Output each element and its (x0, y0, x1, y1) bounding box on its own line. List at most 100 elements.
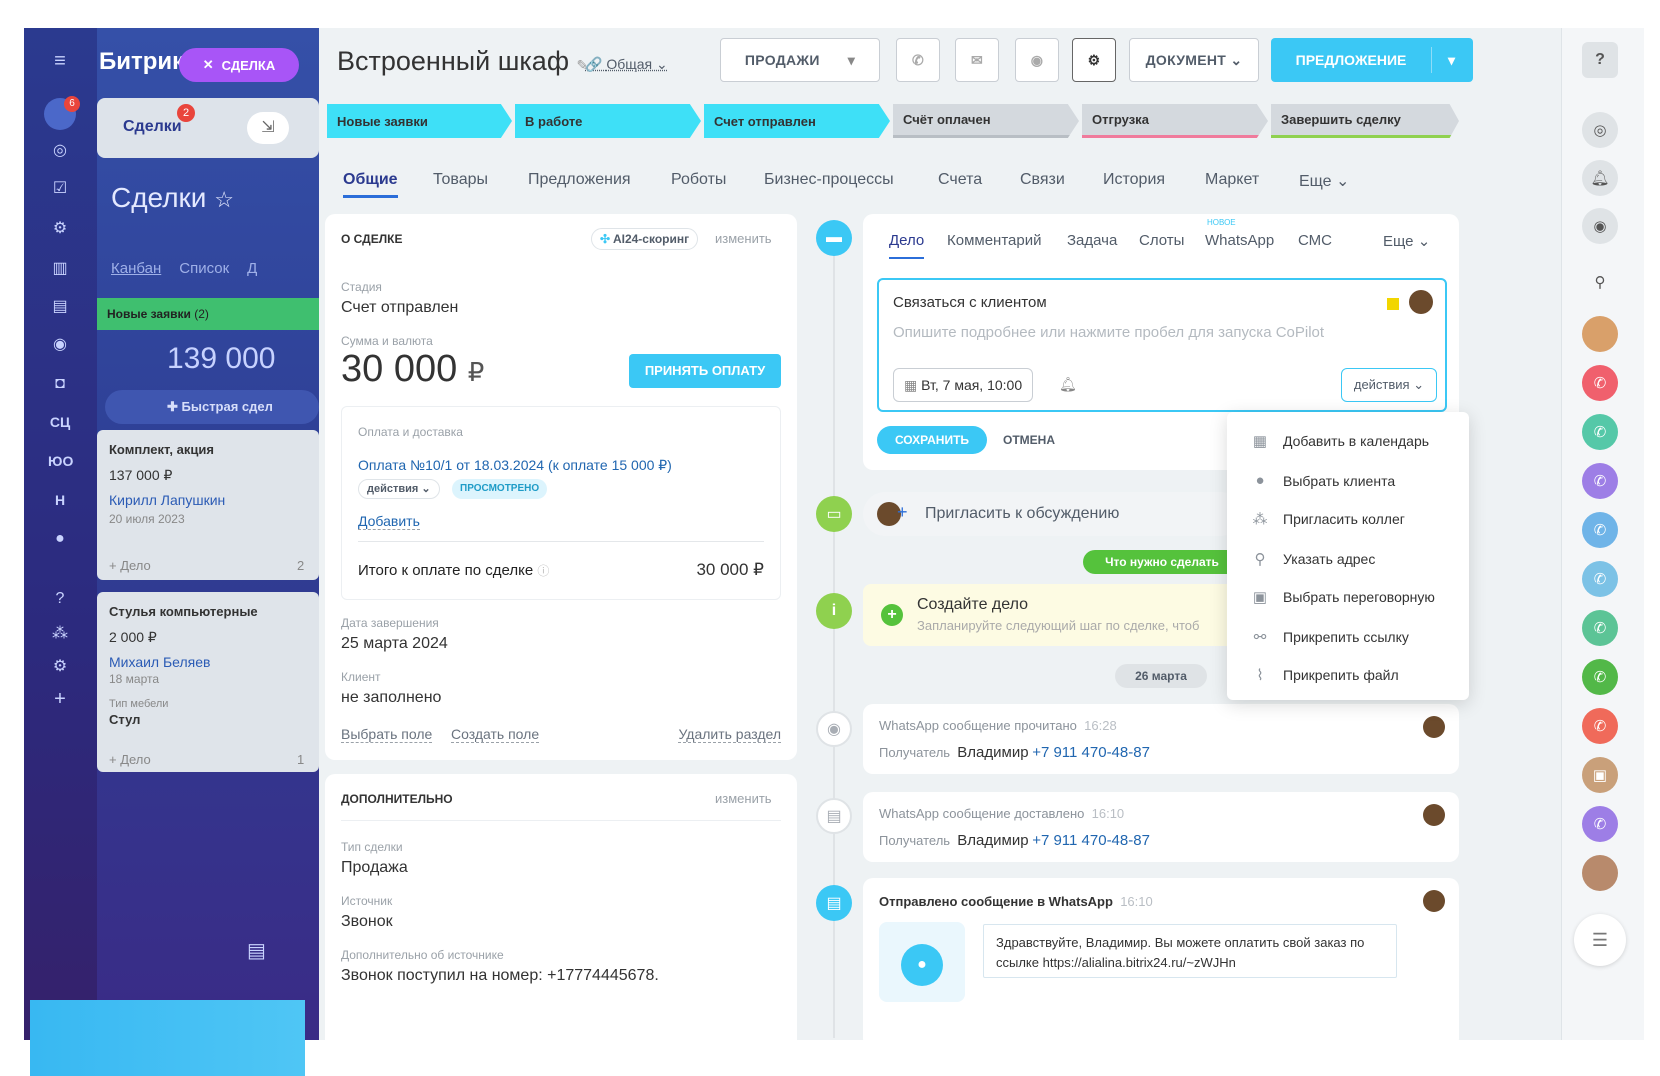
actions-button[interactable]: действия ⌄ (1341, 368, 1437, 402)
document-button[interactable]: ДОКУМЕНТ ⌄ (1129, 38, 1259, 82)
activity-tab-more[interactable]: Еще ⌄ (1383, 232, 1430, 250)
tab-links[interactable]: Связи (1020, 171, 1065, 189)
tab-proposals[interactable]: Предложения (528, 171, 631, 189)
phone-icon[interactable]: ✆ (896, 38, 940, 82)
ai-scoring-chip[interactable]: ✣ AI24-скоринг (591, 228, 699, 250)
menu-item-link[interactable]: ⚯ Прикрепить ссылку (1251, 628, 1409, 646)
search-icon[interactable]: ⚲ (1582, 264, 1618, 300)
date-picker[interactable]: ▦ Вт, 7 мая, 10:00 (893, 368, 1034, 402)
kanban-card[interactable]: Комплект, акция 137 000 ₽ Кирилл Лапушки… (97, 430, 319, 580)
card-add-todo[interactable]: + Дело (109, 558, 151, 573)
accept-payment-button[interactable]: ПРИНЯТЬ ОПЛАТУ (629, 354, 781, 388)
nav-h[interactable]: Н (48, 489, 72, 511)
menu-item-room[interactable]: ▣ Выбрать переговорную (1251, 588, 1435, 606)
nav-yu[interactable]: ЮО (48, 450, 73, 472)
timeline-event-sent[interactable]: Отправлено сообщение в WhatsApp 16:10 ● … (863, 878, 1459, 1040)
cancel-button[interactable]: ОТМЕНА (1003, 433, 1055, 447)
timeline-event[interactable]: WhatsApp сообщение доставлено 16:10 Полу… (863, 792, 1459, 862)
menu-item-address[interactable]: ⚲ Указать адрес (1251, 550, 1376, 568)
invite-discussion[interactable]: + Пригласить к обсуждению (863, 492, 1243, 536)
phone-icon[interactable]: ✆ (1582, 610, 1618, 646)
help-icon[interactable]: ? (1582, 42, 1618, 78)
todo-description[interactable]: Опишите подробнее или нажмите пробел для… (893, 324, 1324, 341)
kanban-card[interactable]: Стулья компьютерные 2 000 ₽ Михаил Беляе… (97, 592, 319, 772)
robot-icon[interactable]: ◉ (48, 334, 72, 356)
stage-item[interactable]: Отгрузка (1082, 104, 1268, 138)
close-deal-chip[interactable]: ✕ СДЕЛКА (179, 48, 299, 82)
tab-robots[interactable]: Роботы (671, 171, 726, 189)
mail-icon[interactable]: ✉ (955, 38, 999, 82)
tab-general[interactable]: Общие (343, 171, 398, 198)
target-icon[interactable]: ◎ (48, 140, 72, 162)
copilot-icon[interactable]: ◎ (1582, 112, 1618, 148)
menu-item-client[interactable]: ● Выбрать клиента (1251, 472, 1395, 489)
create-field-link[interactable]: Создать поле (451, 726, 540, 743)
tab-invoices[interactable]: Счета (938, 171, 982, 189)
nav-sc[interactable]: СЦ (48, 411, 72, 433)
bell-icon[interactable]: 🔔︎ (1582, 160, 1618, 196)
phone-icon[interactable]: ✆ (1582, 561, 1618, 597)
timeline-event[interactable]: WhatsApp сообщение прочитано 16:28 Получ… (863, 704, 1459, 774)
menu-item-file[interactable]: ⌇ Прикрепить файл (1251, 666, 1398, 684)
stage-item[interactable]: В работе (515, 104, 701, 138)
todo-input-box[interactable]: Связаться с клиентом Опишите подробнее и… (877, 278, 1447, 412)
payment-link[interactable]: Оплата №10/1 от 18.03.2024 (к оплате 15 … (358, 457, 672, 474)
view-list[interactable]: Список (179, 260, 229, 277)
check-circle-icon[interactable]: ● (48, 528, 72, 550)
structure-icon[interactable]: ⁂ (48, 623, 72, 645)
stage-item-finish[interactable]: Завершить сделку (1271, 104, 1459, 138)
phone-icon[interactable]: ✆ (1582, 806, 1618, 842)
proposal-button[interactable]: ПРЕДЛОЖЕНИЕ ▾ (1271, 38, 1473, 82)
edit-link[interactable]: изменить (715, 791, 772, 806)
activity-tab-whatsapp[interactable]: WhatsApp (1205, 232, 1274, 249)
phone-icon[interactable]: ✆ (1582, 463, 1618, 499)
deals-tab[interactable]: Сделки 2 ⇲ (97, 98, 319, 158)
avatar[interactable] (1582, 855, 1618, 891)
recipient-phone[interactable]: +7 911 470-48-87 (1032, 832, 1150, 849)
tab-products[interactable]: Товары (433, 171, 488, 189)
view-more[interactable]: Д (247, 260, 257, 277)
activity-tab-slots[interactable]: Слоты (1139, 232, 1184, 249)
phone-icon[interactable]: ✆ (1582, 708, 1618, 744)
sales-button[interactable]: ПРОДАЖИ ▾ (720, 38, 880, 82)
box-icon[interactable]: ◘ (48, 373, 72, 395)
info-icon[interactable]: ⓘ (537, 564, 549, 578)
card-client[interactable]: Михаил Беляев (109, 654, 210, 670)
access-selector[interactable]: 🔗 Общая ⌄ (585, 56, 668, 73)
tab-bizproc[interactable]: Бизнес-процессы (764, 171, 894, 189)
chat-icon[interactable]: ◉ (1015, 38, 1059, 82)
card-icon[interactable]: ▤ (48, 296, 72, 318)
contact-card-icon[interactable]: ▣ (1582, 757, 1618, 793)
activity-tab-comment[interactable]: Комментарий (947, 232, 1041, 249)
activity-tab-task[interactable]: Задача (1067, 232, 1117, 249)
gear-icon[interactable]: ⚙ (48, 218, 72, 240)
chart-icon[interactable]: ▥ (48, 258, 72, 280)
printer-icon[interactable]: ▤ (247, 938, 266, 963)
activity-tab-todo[interactable]: Дело (889, 232, 925, 259)
tab-market[interactable]: Маркет (1205, 171, 1259, 189)
save-button[interactable]: СОХРАНИТЬ (877, 426, 987, 454)
payment-actions-chip[interactable]: действия ⌄ (358, 479, 440, 499)
collapse-icon[interactable]: ⇲ (247, 112, 289, 144)
edit-link[interactable]: изменить (715, 231, 772, 246)
menu-item-calendar[interactable]: ▦ Добавить в календарь (1251, 432, 1429, 450)
delete-section-link[interactable]: Удалить раздел (678, 726, 781, 743)
phone-icon[interactable]: ✆ (1582, 365, 1618, 401)
card-add-todo[interactable]: + Дело (109, 752, 151, 767)
add-payment-link[interactable]: Добавить (358, 513, 420, 530)
avatar[interactable] (1582, 316, 1618, 352)
timeman-icon[interactable]: ◉ (1582, 208, 1618, 244)
phone-icon[interactable]: ✆ (1582, 659, 1618, 695)
tab-history[interactable]: История (1103, 171, 1165, 189)
plus-icon[interactable]: + (48, 688, 72, 710)
star-icon[interactable]: ☆ (214, 187, 234, 212)
choose-field-link[interactable]: Выбрать поле (341, 726, 433, 743)
bell-icon[interactable]: 🔔︎ (1059, 376, 1077, 393)
settings-icon[interactable]: ⚙ (48, 656, 72, 678)
stage-item-current[interactable]: Счет отправлен (704, 104, 890, 138)
recipient-phone[interactable]: +7 911 470-48-87 (1032, 744, 1150, 761)
card-client[interactable]: Кирилл Лапушкин (109, 492, 225, 508)
quick-deal-button[interactable]: ✚ Быстрая сдел (105, 390, 319, 424)
checkbox-icon[interactable]: ☑ (48, 178, 72, 200)
create-todo-hint[interactable]: + Создайте дело Запланируйте следующий ш… (863, 584, 1243, 646)
